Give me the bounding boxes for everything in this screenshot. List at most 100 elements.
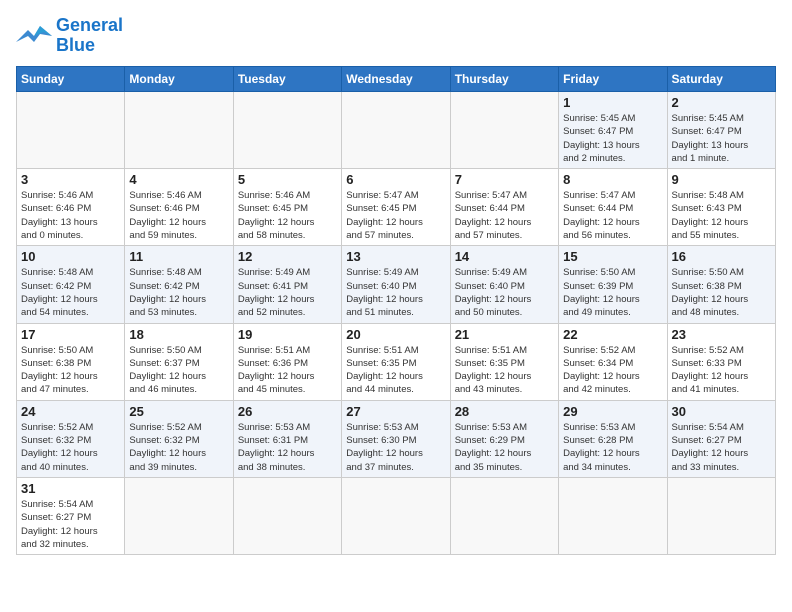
calendar-cell: 6Sunrise: 5:47 AM Sunset: 6:45 PM Daylig…: [342, 169, 450, 246]
day-number: 23: [672, 327, 771, 342]
day-info: Sunrise: 5:51 AM Sunset: 6:35 PM Dayligh…: [346, 344, 445, 397]
calendar-cell: 9 Sunrise: 5:48 AM Sunset: 6:43 PM Daylig…: [667, 169, 775, 246]
calendar-cell: [559, 477, 667, 554]
calendar-cell: [667, 477, 775, 554]
calendar-cell: 27 Sunrise: 5:53 AM Sunset: 6:30 PM Dayli…: [342, 400, 450, 477]
calendar-cell: 11Sunrise: 5:48 AM Sunset: 6:42 PM Dayli…: [125, 246, 233, 323]
day-info: Sunrise: 5:54 AM Sunset: 6:27 PM Dayligh…: [672, 421, 771, 474]
calendar-cell: 8 Sunrise: 5:47 AM Sunset: 6:44 PM Daylig…: [559, 169, 667, 246]
day-info: Sunrise: 5:51 AM Sunset: 6:36 PM Dayligh…: [238, 344, 337, 397]
day-number: 5: [238, 172, 337, 187]
logo: GeneralBlue: [16, 16, 123, 56]
calendar-cell: 2Sunrise: 5:45 AM Sunset: 6:47 PM Daylig…: [667, 92, 775, 169]
weekday-row: SundayMondayTuesdayWednesdayThursdayFrid…: [17, 67, 776, 92]
day-info: Sunrise: 5:48 AM Sunset: 6:43 PM Dayligh…: [672, 189, 771, 242]
day-info: Sunrise: 5:47 AM Sunset: 6:44 PM Dayligh…: [455, 189, 554, 242]
day-number: 9: [672, 172, 771, 187]
day-number: 19: [238, 327, 337, 342]
day-info: Sunrise: 5:51 AM Sunset: 6:35 PM Dayligh…: [455, 344, 554, 397]
calendar-cell: 25Sunrise: 5:52 AM Sunset: 6:32 PM Dayli…: [125, 400, 233, 477]
day-info: Sunrise: 5:53 AM Sunset: 6:29 PM Dayligh…: [455, 421, 554, 474]
day-info: Sunrise: 5:52 AM Sunset: 6:34 PM Dayligh…: [563, 344, 662, 397]
calendar-cell: [125, 477, 233, 554]
calendar-cell: 10 Sunrise: 5:48 AM Sunset: 6:42 PM Dayli…: [17, 246, 125, 323]
calendar-cell: 5 Sunrise: 5:46 AM Sunset: 6:45 PM Daylig…: [233, 169, 341, 246]
logo-text: GeneralBlue: [56, 16, 123, 56]
calendar-week-row: 31Sunrise: 5:54 AM Sunset: 6:27 PM Dayli…: [17, 477, 776, 554]
day-number: 10: [21, 249, 120, 264]
day-number: 24: [21, 404, 120, 419]
day-info: Sunrise: 5:46 AM Sunset: 6:46 PM Dayligh…: [21, 189, 120, 242]
calendar-week-row: 17 Sunrise: 5:50 AM Sunset: 6:38 PM Dayli…: [17, 323, 776, 400]
calendar-cell: [342, 92, 450, 169]
calendar-cell: 23 Sunrise: 5:52 AM Sunset: 6:33 PM Dayli…: [667, 323, 775, 400]
calendar-cell: 3 Sunrise: 5:46 AM Sunset: 6:46 PM Daylig…: [17, 169, 125, 246]
calendar-cell: 17 Sunrise: 5:50 AM Sunset: 6:38 PM Dayli…: [17, 323, 125, 400]
weekday-header: Wednesday: [342, 67, 450, 92]
weekday-header: Sunday: [17, 67, 125, 92]
day-number: 22: [563, 327, 662, 342]
calendar-cell: [233, 92, 341, 169]
day-number: 21: [455, 327, 554, 342]
day-number: 26: [238, 404, 337, 419]
day-number: 20: [346, 327, 445, 342]
calendar-cell: 18 Sunrise: 5:50 AM Sunset: 6:37 PM Dayli…: [125, 323, 233, 400]
weekday-header: Tuesday: [233, 67, 341, 92]
calendar-cell: 29Sunrise: 5:53 AM Sunset: 6:28 PM Dayli…: [559, 400, 667, 477]
calendar-cell: 21 Sunrise: 5:51 AM Sunset: 6:35 PM Dayli…: [450, 323, 558, 400]
day-number: 17: [21, 327, 120, 342]
day-info: Sunrise: 5:49 AM Sunset: 6:41 PM Dayligh…: [238, 266, 337, 319]
calendar-cell: 19 Sunrise: 5:51 AM Sunset: 6:36 PM Dayli…: [233, 323, 341, 400]
calendar-cell: 26Sunrise: 5:53 AM Sunset: 6:31 PM Dayli…: [233, 400, 341, 477]
calendar-cell: 13Sunrise: 5:49 AM Sunset: 6:40 PM Dayli…: [342, 246, 450, 323]
day-number: 27: [346, 404, 445, 419]
day-number: 16: [672, 249, 771, 264]
day-number: 1: [563, 95, 662, 110]
day-number: 18: [129, 327, 228, 342]
day-number: 14: [455, 249, 554, 264]
calendar-cell: 14 Sunrise: 5:49 AM Sunset: 6:40 PM Dayli…: [450, 246, 558, 323]
day-info: Sunrise: 5:53 AM Sunset: 6:30 PM Dayligh…: [346, 421, 445, 474]
calendar-cell: 28 Sunrise: 5:53 AM Sunset: 6:29 PM Dayli…: [450, 400, 558, 477]
day-info: Sunrise: 5:52 AM Sunset: 6:32 PM Dayligh…: [21, 421, 120, 474]
day-info: Sunrise: 5:50 AM Sunset: 6:37 PM Dayligh…: [129, 344, 228, 397]
weekday-header: Saturday: [667, 67, 775, 92]
calendar-cell: [450, 92, 558, 169]
day-number: 7: [455, 172, 554, 187]
calendar-cell: 7 Sunrise: 5:47 AM Sunset: 6:44 PM Daylig…: [450, 169, 558, 246]
calendar-cell: 4 Sunrise: 5:46 AM Sunset: 6:46 PM Daylig…: [125, 169, 233, 246]
calendar-cell: 30Sunrise: 5:54 AM Sunset: 6:27 PM Dayli…: [667, 400, 775, 477]
calendar-cell: 22 Sunrise: 5:52 AM Sunset: 6:34 PM Dayli…: [559, 323, 667, 400]
day-number: 13: [346, 249, 445, 264]
day-info: Sunrise: 5:46 AM Sunset: 6:46 PM Dayligh…: [129, 189, 228, 242]
day-info: Sunrise: 5:52 AM Sunset: 6:33 PM Dayligh…: [672, 344, 771, 397]
calendar-cell: 15Sunrise: 5:50 AM Sunset: 6:39 PM Dayli…: [559, 246, 667, 323]
day-info: Sunrise: 5:50 AM Sunset: 6:38 PM Dayligh…: [21, 344, 120, 397]
calendar-week-row: 1 Sunrise: 5:45 AM Sunset: 6:47 PM Daylig…: [17, 92, 776, 169]
day-number: 3: [21, 172, 120, 187]
calendar-week-row: 10 Sunrise: 5:48 AM Sunset: 6:42 PM Dayli…: [17, 246, 776, 323]
calendar-cell: [342, 477, 450, 554]
day-info: Sunrise: 5:46 AM Sunset: 6:45 PM Dayligh…: [238, 189, 337, 242]
day-info: Sunrise: 5:49 AM Sunset: 6:40 PM Dayligh…: [455, 266, 554, 319]
calendar-cell: 12Sunrise: 5:49 AM Sunset: 6:41 PM Dayli…: [233, 246, 341, 323]
day-number: 8: [563, 172, 662, 187]
day-info: Sunrise: 5:45 AM Sunset: 6:47 PM Dayligh…: [563, 112, 662, 165]
day-number: 2: [672, 95, 771, 110]
calendar-cell: [125, 92, 233, 169]
weekday-header: Thursday: [450, 67, 558, 92]
calendar-week-row: 24 Sunrise: 5:52 AM Sunset: 6:32 PM Dayli…: [17, 400, 776, 477]
day-info: Sunrise: 5:54 AM Sunset: 6:27 PM Dayligh…: [21, 498, 120, 551]
calendar-table: SundayMondayTuesdayWednesdayThursdayFrid…: [16, 66, 776, 555]
day-number: 28: [455, 404, 554, 419]
day-info: Sunrise: 5:53 AM Sunset: 6:28 PM Dayligh…: [563, 421, 662, 474]
calendar-cell: 31Sunrise: 5:54 AM Sunset: 6:27 PM Dayli…: [17, 477, 125, 554]
calendar-cell: 1 Sunrise: 5:45 AM Sunset: 6:47 PM Daylig…: [559, 92, 667, 169]
day-info: Sunrise: 5:50 AM Sunset: 6:39 PM Dayligh…: [563, 266, 662, 319]
day-info: Sunrise: 5:48 AM Sunset: 6:42 PM Dayligh…: [21, 266, 120, 319]
calendar-body: 1 Sunrise: 5:45 AM Sunset: 6:47 PM Daylig…: [17, 92, 776, 555]
day-number: 4: [129, 172, 228, 187]
page-header: GeneralBlue: [16, 16, 776, 56]
day-info: Sunrise: 5:47 AM Sunset: 6:44 PM Dayligh…: [563, 189, 662, 242]
weekday-header: Monday: [125, 67, 233, 92]
